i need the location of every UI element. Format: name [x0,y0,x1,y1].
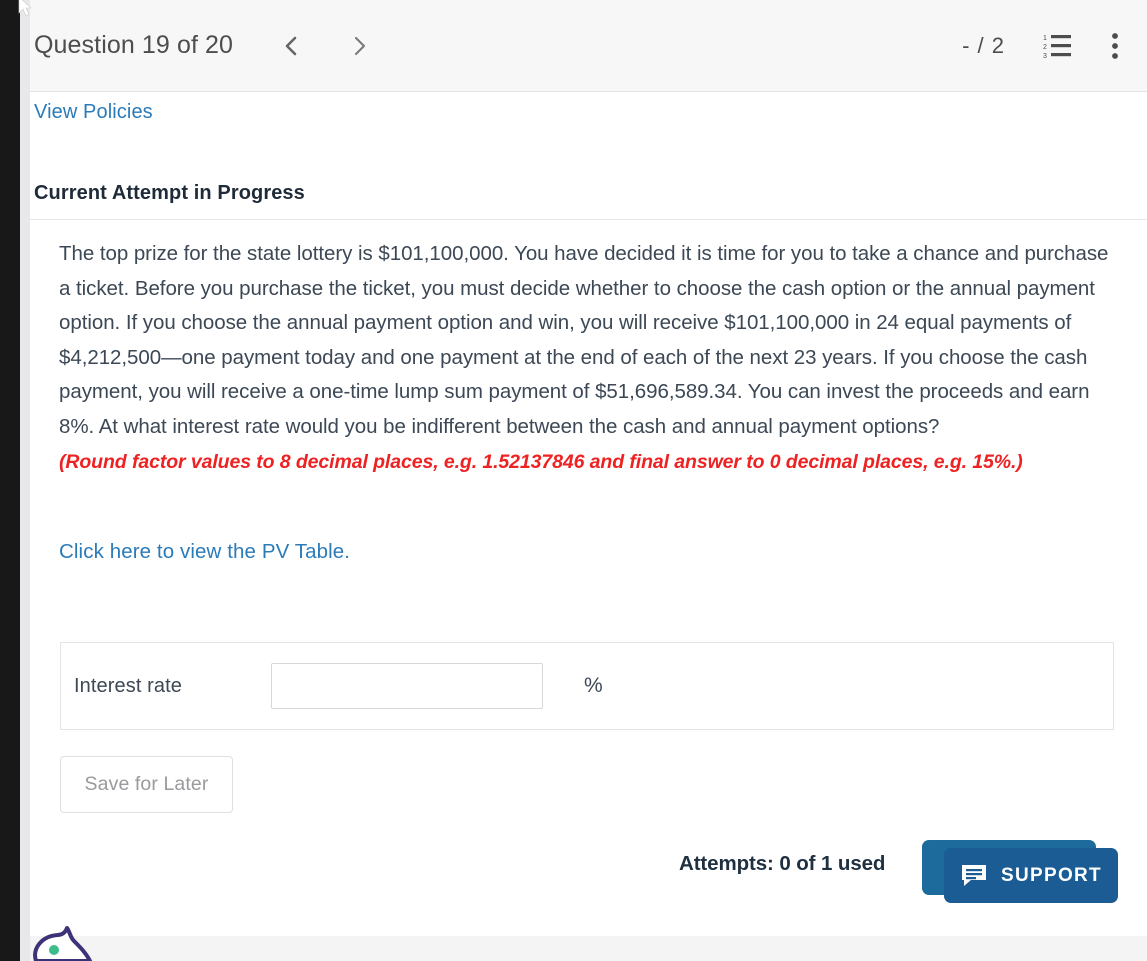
question-text: The top prize for the state lottery is $… [59,242,1109,438]
support-label: SUPPORT [1001,864,1102,886]
question-card: View Policies Current Attempt in Progres… [30,92,1147,922]
svg-text:3: 3 [1043,53,1047,60]
save-for-later-button[interactable]: Save for Later [60,756,233,813]
chat-bubble-icon [962,864,986,886]
attempts-counter: Attempts: 0 of 1 used [679,852,886,875]
interest-rate-label: Interest rate [74,674,183,697]
interest-rate-input[interactable] [271,663,543,709]
percent-unit-label: % [584,674,603,697]
attempt-status-heading: Current Attempt in Progress [34,182,305,204]
question-body: The top prize for the state lottery is $… [59,237,1117,479]
pv-table-link[interactable]: Click here to view the PV Table. [59,540,350,564]
cursor-pointer-icon [18,0,32,17]
view-policies-link[interactable]: View Policies [34,101,153,124]
svg-text:2: 2 [1043,44,1047,51]
question-rounding-note: (Round factor values to 8 decimal places… [59,450,1023,473]
chevron-right-icon[interactable] [349,33,371,59]
page-gutter [20,0,30,961]
support-button-face[interactable]: SUPPORT [944,848,1118,903]
page-title: Question 19 of 20 [34,31,234,59]
answer-row: Interest rate % [60,642,1114,730]
quiz-header: Question 19 of 20 - / 2 1 2 3 [20,0,1147,92]
score-display: - / 2 [962,32,1005,58]
chevron-left-icon[interactable] [281,33,303,59]
card-bottom-edge [30,922,1147,936]
quiz-page: Question 19 of 20 - / 2 1 2 3 View Polic… [0,0,1147,961]
window-left-edge [0,0,20,961]
header-right-tools: - / 2 1 2 3 [962,32,1119,60]
numbered-list-icon[interactable]: 1 2 3 [1043,32,1073,60]
more-vertical-icon[interactable] [1111,32,1119,60]
svg-text:1: 1 [1043,35,1047,42]
section-divider [30,219,1147,220]
chat-mascot-icon[interactable] [30,922,96,961]
question-navigation [281,33,371,59]
support-button[interactable]: SUPPORT [922,840,1118,903]
